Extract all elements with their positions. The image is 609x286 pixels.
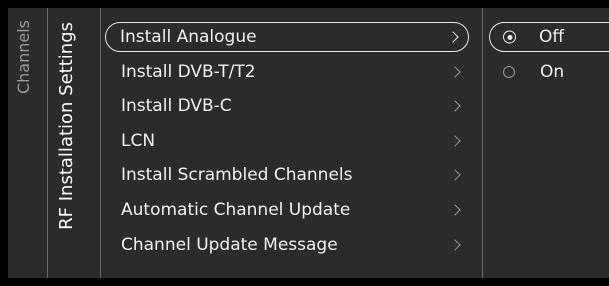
chevron-right-icon [447,31,459,43]
menu-item-automatic-channel-update[interactable]: Automatic Channel Update [105,195,469,225]
chevron-right-icon [449,65,461,78]
menu-item-label: Install DVB-T/T2 [121,61,256,82]
menu-item-label: Install Analogue [120,27,257,47]
menu-item-channel-update-message[interactable]: Channel Update Message [105,230,469,260]
chevron-right-icon [449,238,461,251]
menu-item-lcn[interactable]: LCN [105,126,469,156]
option-label: On [540,61,565,82]
option-label: Off [539,27,565,47]
chevron-right-icon [449,204,461,216]
menu-item-label: LCN [121,130,156,151]
settings-panel: Channels RF Installation Settings Instal… [8,8,609,278]
breadcrumb-current-title: RF Installation Settings [56,22,77,230]
menu-item-label: Install DVB-C [121,96,232,117]
menu-item-install-dvb-c[interactable]: Install DVB-C [105,91,469,121]
option-off[interactable]: Off [489,22,609,52]
breadcrumb-divider [47,8,48,278]
options-divider [482,8,483,278]
tv-settings-screen: Channels RF Installation Settings Instal… [0,0,609,286]
menu-item-label: Channel Update Message [121,234,338,255]
menu-item-install-analogue[interactable]: Install Analogue [105,22,469,52]
menu-divider [100,8,101,278]
menu-item-install-dvb-t-t2[interactable]: Install DVB-T/T2 [105,57,469,87]
option-on[interactable]: On [489,57,609,87]
menu-item-label: Automatic Channel Update [121,199,351,220]
option-list: Off On [489,22,609,91]
menu-item-install-scrambled-channels[interactable]: Install Scrambled Channels [105,160,469,190]
radio-selected-icon [503,30,516,44]
settings-menu-list: Install Analogue Install DVB-T/T2 Instal… [105,22,469,264]
menu-item-label: Install Scrambled Channels [121,165,353,186]
chevron-right-icon [449,100,461,112]
breadcrumb-parent[interactable]: Channels [14,20,33,94]
chevron-right-icon [449,169,461,182]
radio-unselected-icon [503,65,515,78]
chevron-right-icon [449,135,461,147]
